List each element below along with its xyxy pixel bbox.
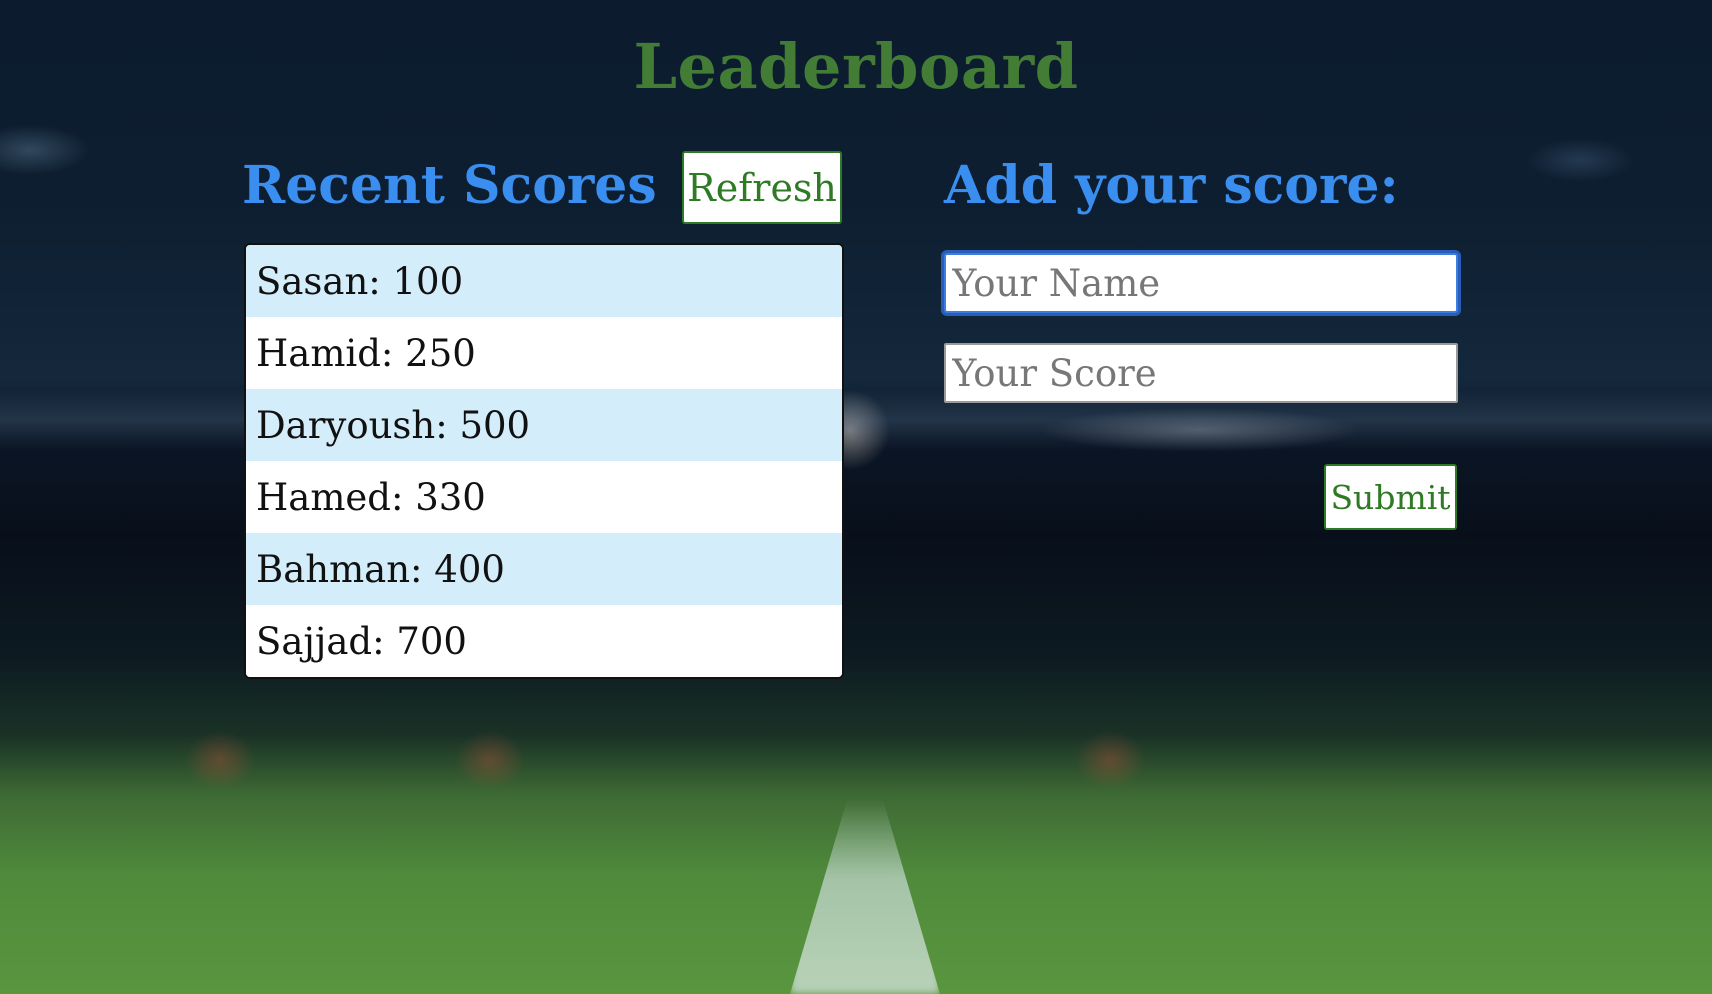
score-input[interactable] (944, 343, 1458, 403)
name-input[interactable] (944, 253, 1458, 313)
refresh-button[interactable]: Refresh (682, 151, 842, 224)
list-item: Hamed: 330 (246, 461, 842, 533)
recent-scores-heading: Recent Scores (242, 155, 657, 216)
list-item: Bahman: 400 (246, 533, 842, 605)
add-score-heading: Add your score: (944, 155, 1399, 216)
list-item: Daryoush: 500 (246, 389, 842, 461)
list-item: Sajjad: 700 (246, 605, 842, 677)
list-item: Sasan: 100 (246, 245, 842, 317)
scores-list: Sasan: 100 Hamid: 250 Daryoush: 500 Hame… (244, 243, 844, 679)
submit-button[interactable]: Submit (1324, 464, 1457, 530)
page-title: Leaderboard (633, 30, 1079, 103)
background-field-line (790, 800, 940, 994)
list-item: Hamid: 250 (246, 317, 842, 389)
